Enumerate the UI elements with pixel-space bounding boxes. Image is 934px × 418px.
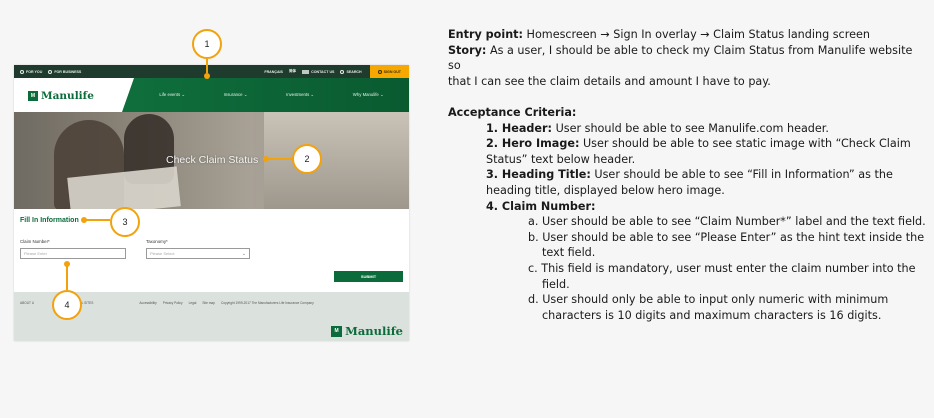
acceptance-criteria-title: Acceptance Criteria:: [448, 105, 577, 119]
footer-accessibility-link[interactable]: Accessibility: [139, 301, 156, 305]
logo-mark-icon: M: [331, 325, 343, 337]
nav-item-life-events[interactable]: Life events ⌄: [159, 92, 185, 98]
story: Story: As a user, I should be able to ch…: [448, 43, 913, 73]
page-heading: Fill In Information: [20, 217, 79, 224]
search-link[interactable]: SEARCH: [340, 69, 362, 74]
nav-item-insurance[interactable]: Insurance ⌄: [224, 92, 248, 98]
user-icon: [377, 69, 382, 74]
hero-title: Check Claim Status: [166, 154, 259, 166]
criteria-4a: a. User should be able to see “Claim Num…: [528, 215, 926, 229]
criteria-4d: d. User should only be able to input onl…: [528, 293, 889, 307]
criteria-1: 1. Header: User should be able to see Ma…: [486, 121, 829, 135]
nav-menu: Life events ⌄ Insurance ⌄ Investments ⌄ …: [122, 78, 409, 112]
chevron-down-icon: ⌄: [241, 251, 246, 257]
footer-privacy-link[interactable]: Privacy Policy: [163, 301, 183, 305]
francais-link[interactable]: FRANÇAIS: [264, 70, 283, 74]
taxonomy-label: Taxonomy*: [146, 239, 168, 244]
hero-image: Check Claim Status: [14, 112, 409, 209]
claim-number-label: Claim Number*: [20, 239, 50, 244]
footer-about-link[interactable]: ABOUT U: [20, 301, 34, 305]
criteria-4c: c. This field is mandatory, user must en…: [528, 261, 916, 275]
sign-out-button[interactable]: SIGN OUT: [369, 65, 409, 78]
taxonomy-select[interactable]: Please Select ⌄: [146, 248, 250, 259]
criteria-4: 4. Claim Number:: [486, 199, 596, 213]
nav-item-investments[interactable]: Investments ⌄: [286, 92, 314, 98]
home-icon: [20, 69, 24, 74]
requirements-text: Entry point: Homescreen → Sign In overla…: [448, 27, 928, 323]
phone-icon: [302, 69, 310, 74]
callout-2: 2: [292, 144, 322, 174]
nav-item-why-manulife[interactable]: Why Manulife ⌄: [353, 92, 384, 98]
contact-us-link[interactable]: CONTACT US: [302, 69, 334, 74]
building-icon: [48, 69, 53, 74]
callout-4: 4: [52, 290, 82, 320]
for-you-link[interactable]: FOR YOU: [20, 69, 42, 74]
manulife-logo[interactable]: M Manulife: [28, 90, 94, 102]
for-business-link[interactable]: FOR BUSINESS: [48, 69, 81, 74]
footer-copyright: Copyright 1999-2017 The Manufacturers Li…: [220, 301, 314, 305]
criteria-4b: b. User should be able to see “Please En…: [528, 230, 925, 244]
criteria-3: 3. Heading Title: User should be able to…: [486, 168, 893, 182]
footer-sitemap-link[interactable]: Site map: [202, 301, 215, 305]
criteria-2: 2. Hero Image: User should be able to se…: [486, 137, 911, 151]
callout-1: 1: [192, 29, 222, 59]
utility-bar: FOR YOU FOR BUSINESS FRANÇAIS 简体 CONTACT…: [14, 65, 409, 78]
submit-button[interactable]: SUBMIT: [334, 271, 403, 282]
footer-logo: M Manulife: [331, 324, 403, 338]
claim-number-input[interactable]: Please Enter: [20, 248, 126, 259]
footer-legal-link[interactable]: Legal: [189, 301, 197, 305]
search-icon: [340, 69, 345, 74]
logo-mark-icon: M: [28, 91, 38, 101]
callout-3: 3: [110, 207, 140, 237]
entry-point: Entry point: Homescreen → Sign In overla…: [448, 28, 870, 41]
chinese-link[interactable]: 简体: [289, 69, 296, 74]
